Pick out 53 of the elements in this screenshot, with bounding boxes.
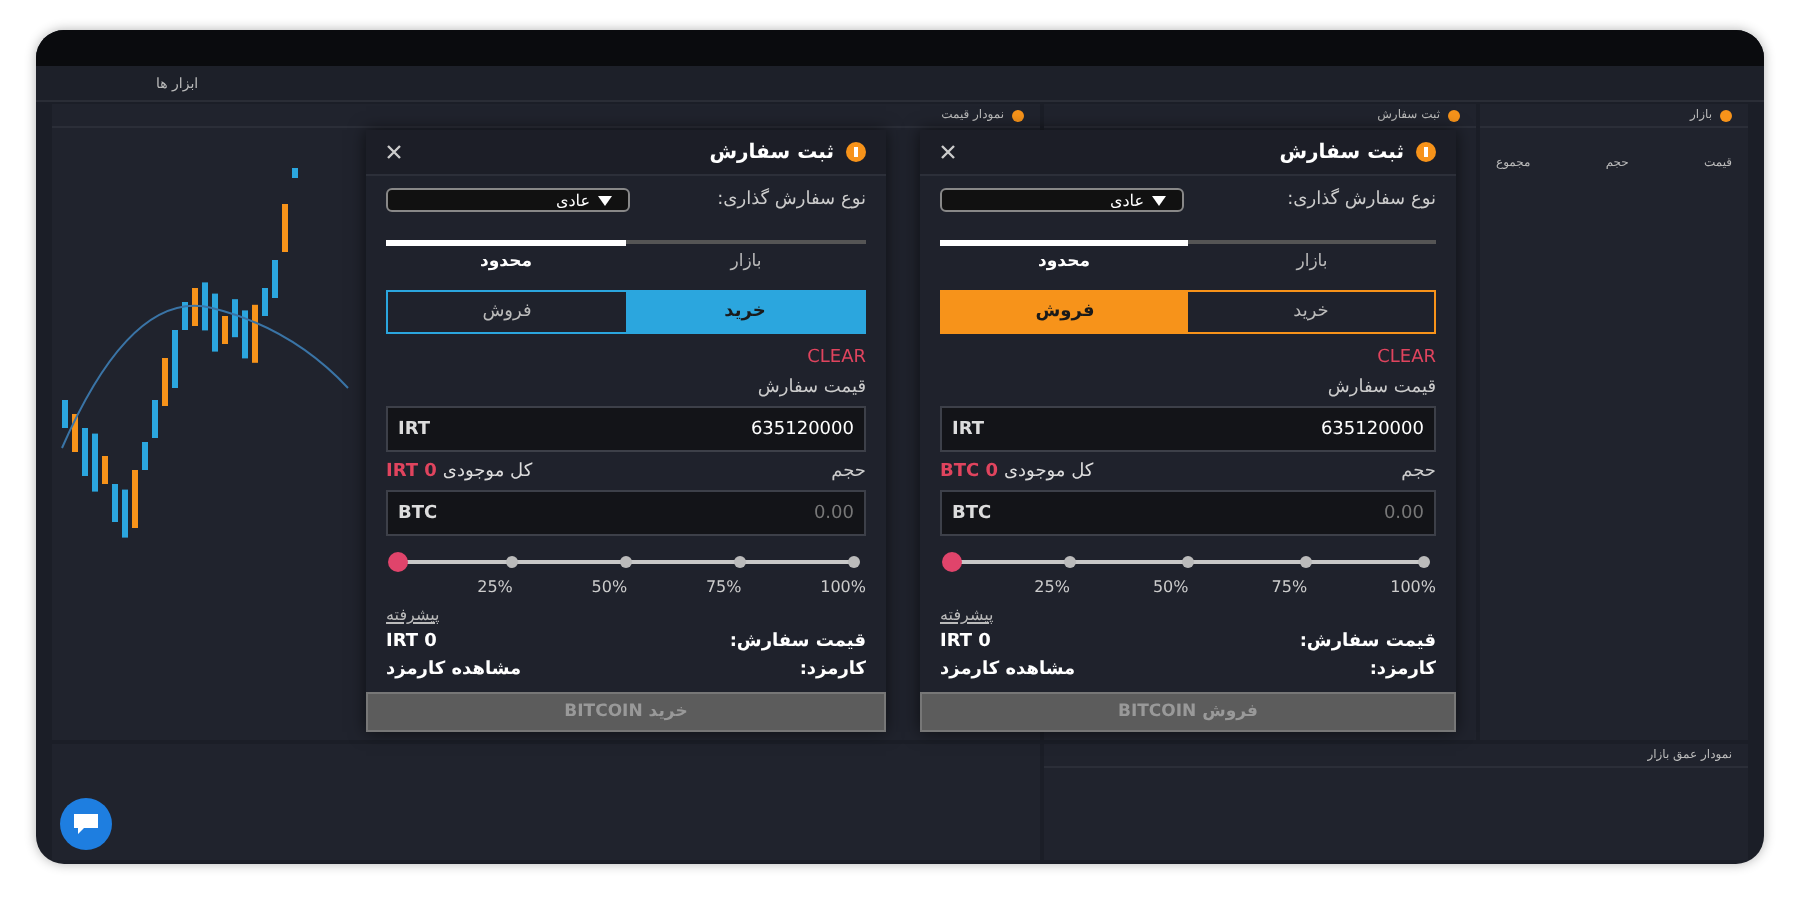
order-type-dropdown[interactable]: عادی bbox=[386, 188, 630, 212]
price-field[interactable]: IRT 635120000 bbox=[386, 406, 866, 452]
side-tab[interactable]: فروش bbox=[942, 292, 1188, 332]
order-tab[interactable]: محدود bbox=[386, 240, 626, 274]
slider-tick-label: 100% bbox=[1390, 578, 1436, 596]
summary-value: مشاهده کارمزد bbox=[386, 660, 522, 680]
side-tab[interactable]: خرید bbox=[626, 292, 864, 332]
summary-value: IRT 0 bbox=[386, 632, 437, 652]
field-label: حجم bbox=[1401, 462, 1436, 482]
dialog-title: ثبت سفارش bbox=[709, 141, 834, 163]
field-label: نوع سفارش گذاری: bbox=[717, 190, 866, 210]
balance-value: BTC 0 bbox=[940, 462, 998, 482]
balance-value: IRT 0 bbox=[386, 462, 437, 482]
field-label: نوع سفارش گذاری: bbox=[1287, 190, 1436, 210]
slider-tick-label: 75% bbox=[1271, 578, 1308, 596]
summary-label: قیمت سفارش: bbox=[1299, 632, 1436, 652]
summary-label: کارمزد: bbox=[1369, 660, 1436, 680]
slider-thumb[interactable] bbox=[942, 552, 962, 572]
dialog-title: ثبت سفارش bbox=[1279, 141, 1404, 163]
clear-link[interactable]: CLEAR bbox=[1377, 348, 1436, 368]
price-field[interactable]: IRT 635120000 bbox=[940, 406, 1436, 452]
field-label: قیمت سفارش bbox=[755, 378, 866, 398]
order-tab[interactable]: بازار bbox=[1188, 240, 1436, 274]
volume-field[interactable]: BTC 0.00 bbox=[386, 490, 866, 536]
clear-link[interactable]: CLEAR bbox=[807, 348, 866, 368]
close-icon[interactable] bbox=[386, 144, 402, 160]
caret-icon bbox=[1152, 195, 1166, 205]
advanced-link[interactable]: پیشرفته bbox=[940, 606, 994, 624]
chat-icon bbox=[74, 814, 98, 834]
slider-thumb[interactable] bbox=[388, 552, 408, 572]
advanced-link[interactable]: پیشرفته bbox=[386, 606, 440, 624]
slider-tick-label: 25% bbox=[1034, 578, 1070, 596]
slider-tick-label: 50% bbox=[1152, 578, 1189, 596]
volume-field[interactable]: BTC 0.00 bbox=[940, 490, 1436, 536]
summary-value: IRT 0 bbox=[940, 632, 991, 652]
summary-label: قیمت سفارش: bbox=[729, 632, 866, 652]
balance-label: کل موجودی bbox=[1004, 462, 1094, 482]
slider-tick-label: 75% bbox=[705, 578, 742, 596]
summary-label: کارمزد: bbox=[799, 660, 866, 680]
balance-label: کل موجودی bbox=[442, 462, 533, 482]
slider-tick-label: 50% bbox=[591, 578, 628, 596]
slider-tick-label: 100% bbox=[820, 578, 866, 596]
order-type-dropdown[interactable]: عادی bbox=[940, 188, 1184, 212]
close-icon[interactable] bbox=[940, 144, 956, 160]
summary-value: مشاهده کارمزد bbox=[940, 660, 1076, 680]
field-label: حجم bbox=[831, 462, 866, 482]
field-label: قیمت سفارش bbox=[1325, 378, 1436, 398]
order-tab[interactable]: بازار bbox=[626, 240, 866, 274]
order-tab[interactable]: محدود bbox=[940, 240, 1188, 274]
caret-icon bbox=[598, 195, 612, 205]
coin-icon bbox=[1416, 142, 1436, 162]
coin-icon bbox=[846, 142, 866, 162]
slider-tick-label: 25% bbox=[477, 578, 513, 596]
